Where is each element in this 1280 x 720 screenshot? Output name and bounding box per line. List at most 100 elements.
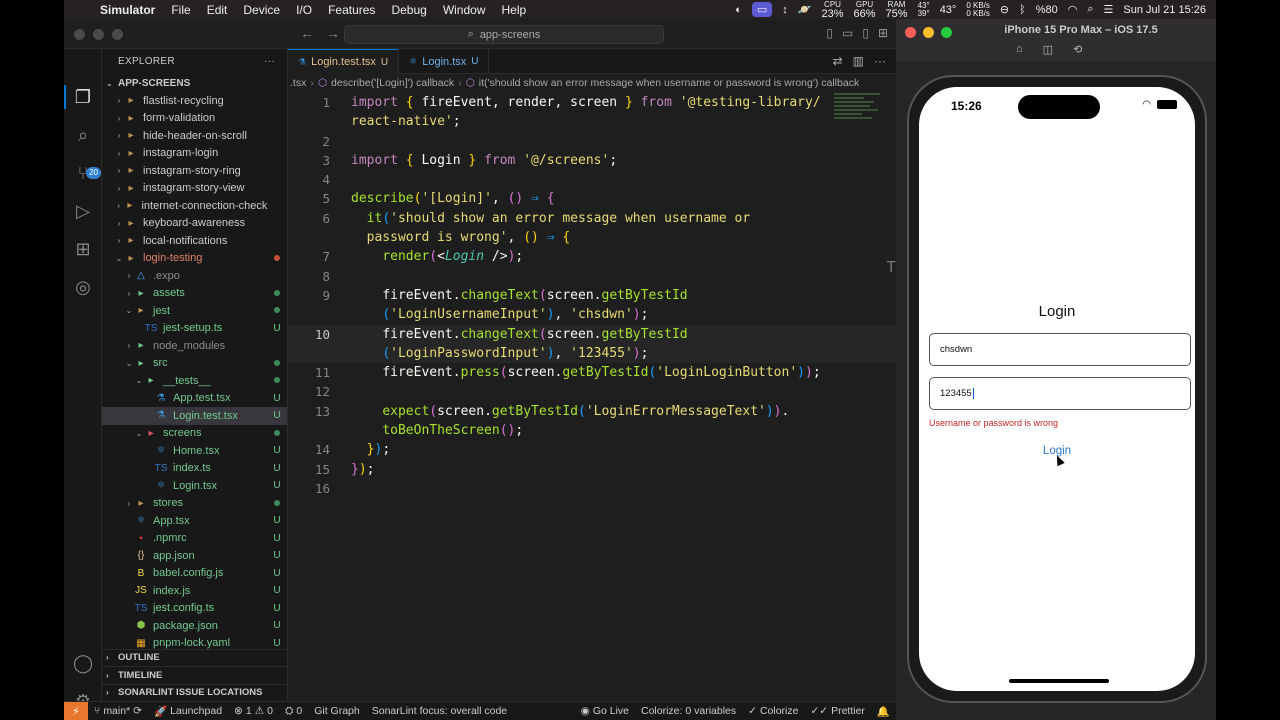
tree-item[interactable]: ⚛ Login.tsx U [102,477,287,495]
menu-features[interactable]: Features [320,3,383,17]
home-indicator[interactable] [1009,679,1109,683]
network-stat[interactable]: 0 KB/s 0 KB/s [966,1,990,18]
sonarlint-icon[interactable]: ◎ [73,277,93,297]
code-editor[interactable]: 1 import { fireEvent, render, screen } fr… [288,93,896,498]
tab-login-test[interactable]: ⚗ Login.test.tsx U [288,49,400,74]
launchpad-status[interactable]: 🚀 Launchpad [148,705,228,718]
timeline-section[interactable]: › TIMELINE [102,666,287,684]
workspace-root[interactable]: ⌄ APP-SCREENS [102,74,287,92]
tree-item[interactable]: › ▸ instagram-story-view [102,180,287,198]
rotate-icon[interactable]: ⟲ [1073,43,1082,56]
arrows-icon[interactable]: ↕ [782,4,788,16]
extensions-icon[interactable]: ⊞ [73,239,93,259]
tree-item[interactable]: ▪ .npmrc U [102,530,287,548]
tree-item[interactable]: ⌄ ▸ jest [102,302,287,320]
tree-item[interactable]: ⬢ package.json U [102,617,287,635]
screenshot-icon[interactable]: ◫ [1043,43,1053,56]
planet-icon[interactable]: 🪐 [798,3,812,16]
customize-layout-icon[interactable]: ⊞ [878,26,888,40]
more-actions-icon[interactable]: ··· [264,56,287,67]
command-center[interactable]: ⌕ app-screens [344,25,664,44]
tree-item[interactable]: › ▸ form-validation [102,110,287,128]
sonarlint-issue-locations-section[interactable]: › SONARLINT ISSUE LOCATIONS [102,683,287,702]
tree-item[interactable]: › △ .expo [102,267,287,285]
tree-item[interactable]: › ▸ stores [102,495,287,513]
notifications-icon[interactable]: 🔔 [871,705,896,718]
tree-item[interactable]: ⌄ ▸ src [102,355,287,373]
clock[interactable]: Sun Jul 21 15:26 [1123,4,1206,16]
toggle-panel-icon[interactable]: ▭ [842,26,853,40]
outline-section[interactable]: › OUTLINE [102,648,287,667]
tree-item[interactable]: Bbabel.config.js U [102,565,287,583]
tree-item[interactable]: ⚛ App.tsx U [102,512,287,530]
ports-status[interactable]: ⛭ 0 [279,705,308,718]
tree-item[interactable]: TS index.ts U [102,460,287,478]
zoom-button[interactable] [112,29,123,40]
breadcrumb-it[interactable]: it('should show an error message when us… [479,77,859,89]
minimize-button[interactable] [93,29,104,40]
close-button[interactable] [74,29,85,40]
search-icon[interactable]: ⌕ [73,125,93,145]
toggle-secondary-sidebar-icon[interactable]: ▯ [862,26,869,40]
tree-item[interactable]: › ▸ instagram-story-ring [102,162,287,180]
tree-item[interactable]: JS index.js U [102,582,287,600]
tree-item[interactable]: TS jest-setup.ts U [102,320,287,338]
tree-item[interactable]: › ▸ instagram-login [102,145,287,163]
menu-debug[interactable]: Debug [383,3,434,17]
username-input[interactable]: chsdwn [929,333,1191,366]
tree-item[interactable]: ⌄ ▸ screens [102,425,287,443]
menu-device[interactable]: Device [235,3,288,17]
branch-status[interactable]: ⑂ main* ⟳ [88,705,148,717]
tree-item[interactable]: › ▸ hide-header-on-scroll [102,127,287,145]
cpu-stat[interactable]: CPU 23% [821,0,843,19]
tree-item[interactable]: › ▸ node_modules [102,337,287,355]
run-debug-icon[interactable]: ▷ [73,201,93,221]
remote-icon[interactable]: ⚡ [64,701,88,720]
breadcrumb-describe[interactable]: describe('[Login]') callback [331,77,454,89]
menu-edit[interactable]: Edit [199,3,236,17]
menu-app-simulator[interactable]: Simulator [92,3,163,17]
tree-item[interactable]: › ▸ internet-connection-check [102,197,287,215]
colorize-status[interactable]: ✓ Colorize [742,705,804,718]
more-actions-icon[interactable]: ··· [874,54,886,68]
home-icon[interactable]: ⌂ [1016,43,1023,56]
control-center-icon[interactable]: ☰ [1104,3,1114,16]
temperature-stat[interactable]: 43° 39° [918,1,930,18]
tree-item[interactable]: › ▸ keyboard-awareness [102,215,287,233]
password-input[interactable]: 123455 [929,377,1191,410]
tree-item[interactable]: › ▸ assets [102,285,287,303]
colorize-variables-status[interactable]: Colorize: 0 variables [635,705,742,718]
tree-item[interactable]: ⌄ ▸ login-testing [102,250,287,268]
menu-file[interactable]: File [163,3,198,17]
tree-item[interactable]: {} app.json U [102,547,287,565]
battery-percentage[interactable]: %80 [1036,4,1058,16]
go-live-status[interactable]: ◉ Go Live [575,705,635,718]
explorer-icon[interactable]: ❐ [73,87,93,107]
gpu-stat[interactable]: GPU 66% [854,0,876,19]
bluetooth-icon[interactable]: ᛒ [1019,4,1026,16]
search-icon[interactable]: ⌕ [1087,3,1093,16]
minimize-button[interactable] [923,27,934,38]
tree-item[interactable]: › ▸ local-notifications [102,232,287,250]
open-changes-icon[interactable]: ⇄ [833,54,843,68]
tree-item[interactable]: ⚛ Home.tsx U [102,442,287,460]
tree-item[interactable]: › ▸ flastlist-recycling [102,92,287,110]
git-graph-status[interactable]: Git Graph [308,705,366,717]
tab-login[interactable]: ⚛ Login.tsx U [399,49,490,74]
back-arrow-icon[interactable]: ← [300,25,326,41]
tree-item[interactable]: ⚗ App.test.tsx U [102,390,287,408]
close-button[interactable] [905,27,916,38]
toggle-sidebar-icon[interactable]: ▯ [826,26,833,40]
ram-stat[interactable]: RAM 75% [886,0,908,19]
menu-window[interactable]: Window [435,3,494,17]
wifi-icon[interactable]: ◠ [1068,3,1078,16]
breadcrumb-file[interactable]: .tsx [290,77,306,89]
sonarlint-status[interactable]: SonarLint focus: overall code [366,705,513,717]
display-icon[interactable]: ▭ [751,2,773,17]
account-icon[interactable]: ◯ [73,653,93,673]
menu-help[interactable]: Help [494,3,535,17]
tree-item[interactable]: ⌄ ▸ __tests__ [102,372,287,390]
tree-item[interactable]: TS jest.config.ts U [102,600,287,618]
problems-status[interactable]: ⊗ 1 ⚠ 0 [228,705,279,717]
menubar-app-icon[interactable]: ◐ [735,4,742,16]
